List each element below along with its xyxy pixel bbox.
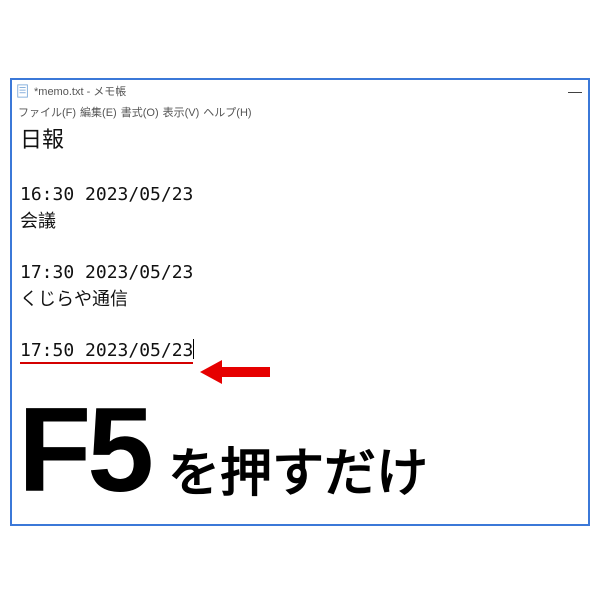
timestamp-line-3: 17:50 2023/05/23 [20,340,193,364]
annotation-text: を押すだけ [168,448,428,500]
window-title: *memo.txt - メモ帳 [34,83,126,99]
annotation-overlay: F5 を押すだけ [18,390,428,510]
timestamp-line-2: 17:30 2023/05/23 [20,259,580,286]
menu-format[interactable]: 書式(O) [121,104,159,120]
blank-line [20,313,580,337]
text-editor-area[interactable]: 日報 16:30 2023/05/23 会議 17:30 2023/05/23 … [12,122,588,368]
titlebar[interactable]: *memo.txt - メモ帳 — [12,80,588,102]
menu-edit[interactable]: 編集(E) [80,104,117,120]
blank-line [20,235,580,259]
menu-file[interactable]: ファイル(F) [18,104,76,120]
highlighted-line: 17:50 2023/05/23 [20,337,194,364]
annotation-key-label: F5 [18,390,150,510]
menubar: ファイル(F) 編集(E) 書式(O) 表示(V) ヘルプ(H) [12,102,588,122]
menu-help[interactable]: ヘルプ(H) [203,104,251,120]
entry-text-1: 会議 [20,208,580,235]
text-caret [193,339,194,359]
timestamp-line-1: 16:30 2023/05/23 [20,181,580,208]
heading-line: 日報 [20,124,580,157]
minimize-button[interactable]: — [568,84,582,98]
blank-line [20,157,580,181]
notepad-icon [16,84,30,98]
entry-text-2: くじらや通信 [20,286,580,313]
menu-view[interactable]: 表示(V) [163,104,200,120]
